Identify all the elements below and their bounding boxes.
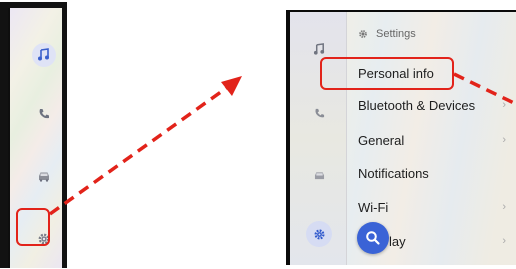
arrow-line [453, 72, 516, 106]
annotation-arrows [48, 72, 516, 216]
arrow-head [221, 76, 242, 96]
arrow-line [48, 82, 234, 216]
